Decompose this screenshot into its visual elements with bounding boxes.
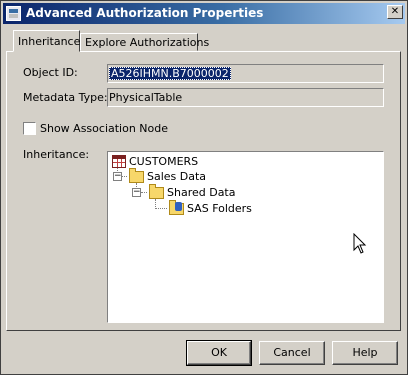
close-button[interactable]: ✕ xyxy=(387,5,403,19)
ok-button[interactable]: OK xyxy=(186,340,252,366)
show-association-label[interactable]: Show Association Node xyxy=(40,122,168,135)
title-bar[interactable]: Advanced Authorization Properties ✕ xyxy=(3,3,405,24)
tab-explore-authorizations-label: Explore Authorizations xyxy=(85,36,210,49)
collapse-toggle-sales-data[interactable]: − xyxy=(113,172,122,181)
tab-explore-authorizations[interactable]: Explore Authorizations xyxy=(80,33,209,51)
metadata-type-label: Metadata Type: xyxy=(23,91,108,104)
window-app-icon xyxy=(6,6,21,21)
metadata-type-field[interactable]: PhysicalTable xyxy=(107,88,384,107)
tab-inheritance[interactable]: Inheritance xyxy=(13,30,80,52)
show-association-checkbox[interactable] xyxy=(23,122,36,135)
inheritance-label: Inheritance: xyxy=(23,148,90,161)
repository-badge-icon xyxy=(175,202,182,211)
tree-node-label: CUSTOMERS xyxy=(129,155,199,168)
window-title: Advanced Authorization Properties xyxy=(26,6,264,20)
tree-connector xyxy=(141,192,147,193)
tab-inheritance-label: Inheritance xyxy=(18,35,81,48)
dialog-window: Advanced Authorization Properties ✕ Inhe… xyxy=(0,0,408,375)
collapse-toggle-shared-data[interactable]: − xyxy=(132,188,141,197)
cancel-button[interactable]: Cancel xyxy=(259,341,325,365)
tree-connector xyxy=(155,208,167,209)
table-icon xyxy=(112,155,126,168)
folder-icon xyxy=(149,184,164,199)
object-id-value: A526IHMN.B7000002 xyxy=(109,67,231,80)
mouse-cursor-icon xyxy=(353,233,367,254)
object-id-label: Object ID: xyxy=(23,66,78,79)
folder-icon xyxy=(129,168,144,183)
tree-node-label: Shared Data xyxy=(167,186,236,199)
tree-node-label: Sales Data xyxy=(147,170,207,183)
metadata-type-value: PhysicalTable xyxy=(109,91,183,104)
help-button[interactable]: Help xyxy=(332,341,398,365)
tree-node-label: SAS Folders xyxy=(187,202,252,215)
inheritance-tree[interactable]: CUSTOMERS − Sales Data − Shared Data SAS… xyxy=(107,151,384,323)
object-id-field[interactable]: A526IHMN.B7000002 xyxy=(107,64,384,83)
